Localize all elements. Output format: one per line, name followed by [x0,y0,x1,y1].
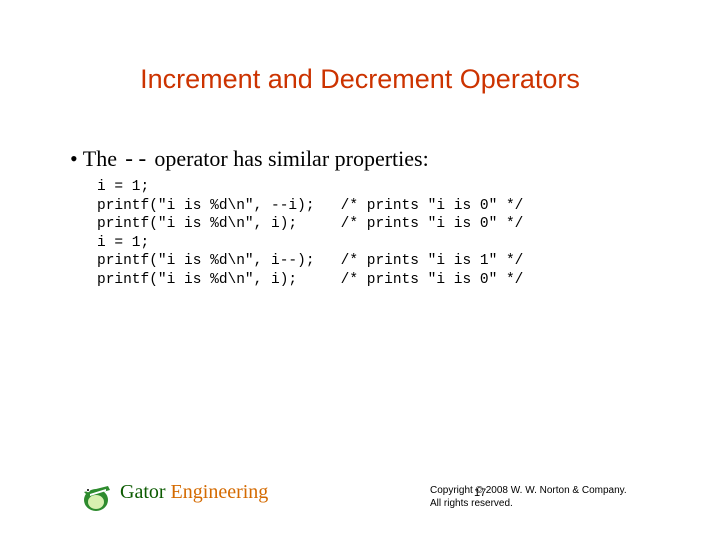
bullet-text: • The -- operator has similar properties… [70,146,429,173]
footer-brand: Gator Engineering [120,481,268,504]
bullet-prefix: • The [70,146,123,171]
slide: Increment and Decrement Operators • The … [0,0,720,540]
code-block: i = 1; printf("i is %d\n", --i); /* prin… [97,178,523,289]
copyright-line-2: All rights reserved. [430,498,690,511]
brand-word-1: Gator [120,481,171,503]
slide-title: Increment and Decrement Operators [0,64,720,95]
copyright-line-1: Copyright © 2008 W. W. Norton & Company. [430,485,690,498]
bullet-operator: -- [123,148,149,173]
gator-mascot-icon [78,472,114,512]
copyright: Copyright © 2008 W. W. Norton & Company.… [430,485,690,510]
brand-word-2: Engineering [171,481,269,503]
bullet-suffix: operator has similar properties: [149,146,429,171]
